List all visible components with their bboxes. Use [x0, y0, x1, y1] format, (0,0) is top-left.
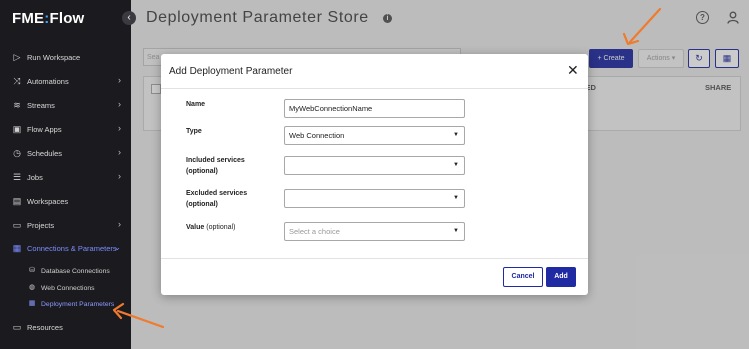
arrow-to-create-button	[622, 7, 662, 46]
annotation-arrows	[112, 7, 662, 329]
collapse-sidebar-button[interactable]: ‹	[122, 11, 136, 25]
chevron-left-icon: ‹	[127, 12, 131, 23]
arrow-to-deployment-parameters	[112, 302, 165, 329]
